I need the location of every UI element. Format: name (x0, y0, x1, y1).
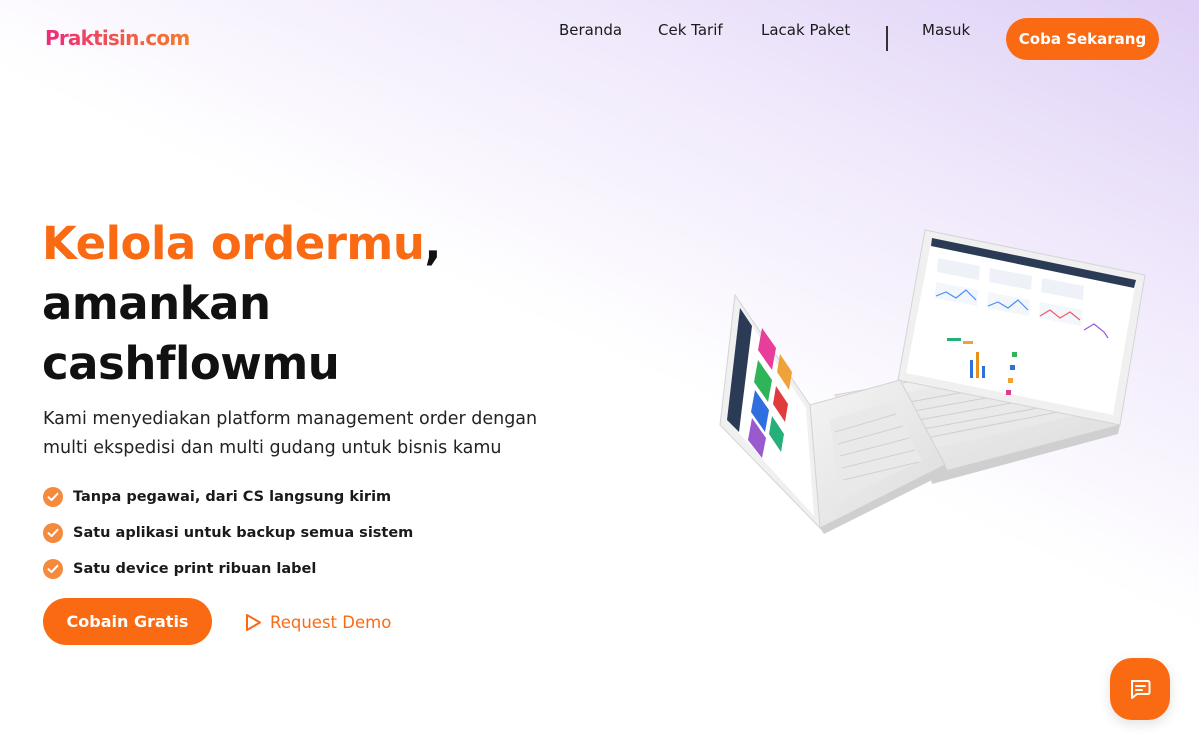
brand-logo[interactable]: Praktisin.com (45, 26, 190, 50)
nav-link-cek-tarif[interactable]: Cek Tarif (658, 21, 723, 39)
feature-item: Tanpa pegawai, dari CS langsung kirim (43, 479, 413, 515)
chat-button[interactable] (1110, 658, 1170, 720)
top-navbar: Praktisin.com Beranda Cek Tarif Lacak Pa… (0, 0, 1199, 80)
check-circle-icon (43, 487, 63, 507)
try-free-button[interactable]: Cobain Gratis (43, 598, 212, 645)
hero-subtitle: Kami menyediakan platform management ord… (43, 409, 538, 458)
try-now-button[interactable]: Coba Sekarang (1006, 18, 1159, 60)
nav-link-lacak-paket[interactable]: Lacak Paket (761, 21, 850, 39)
hero-title-comma: , (424, 217, 441, 270)
feature-text: Tanpa pegawai, dari CS langsung kirim (73, 489, 392, 505)
hero-title-line2: amankan (42, 277, 271, 330)
nav-link-masuk[interactable]: Masuk (922, 21, 970, 39)
play-outline-icon (246, 613, 261, 631)
request-demo-link[interactable]: Request Demo (245, 608, 391, 636)
hero-title-line3: cashflowmu (42, 337, 340, 390)
check-circle-icon (43, 523, 63, 543)
feature-item: Satu device print ribuan label (43, 551, 413, 587)
laptops-illustration (719, 229, 1146, 534)
hero-title: Kelola ordermu, amankan cashflowmu (42, 214, 441, 394)
feature-text: Satu aplikasi untuk backup semua sistem (73, 525, 414, 541)
chat-bubble-icon (1131, 680, 1151, 699)
feature-list: Tanpa pegawai, dari CS langsung kirim Sa… (43, 479, 413, 587)
hero-title-accent: Kelola ordermu (42, 217, 425, 270)
check-circle-icon (43, 559, 63, 579)
nav-link-beranda[interactable]: Beranda (559, 21, 622, 39)
request-demo-label: Request Demo (270, 612, 392, 632)
nav-divider (886, 26, 888, 51)
feature-item: Satu aplikasi untuk backup semua sistem (43, 515, 413, 551)
feature-text: Satu device print ribuan label (73, 561, 317, 577)
